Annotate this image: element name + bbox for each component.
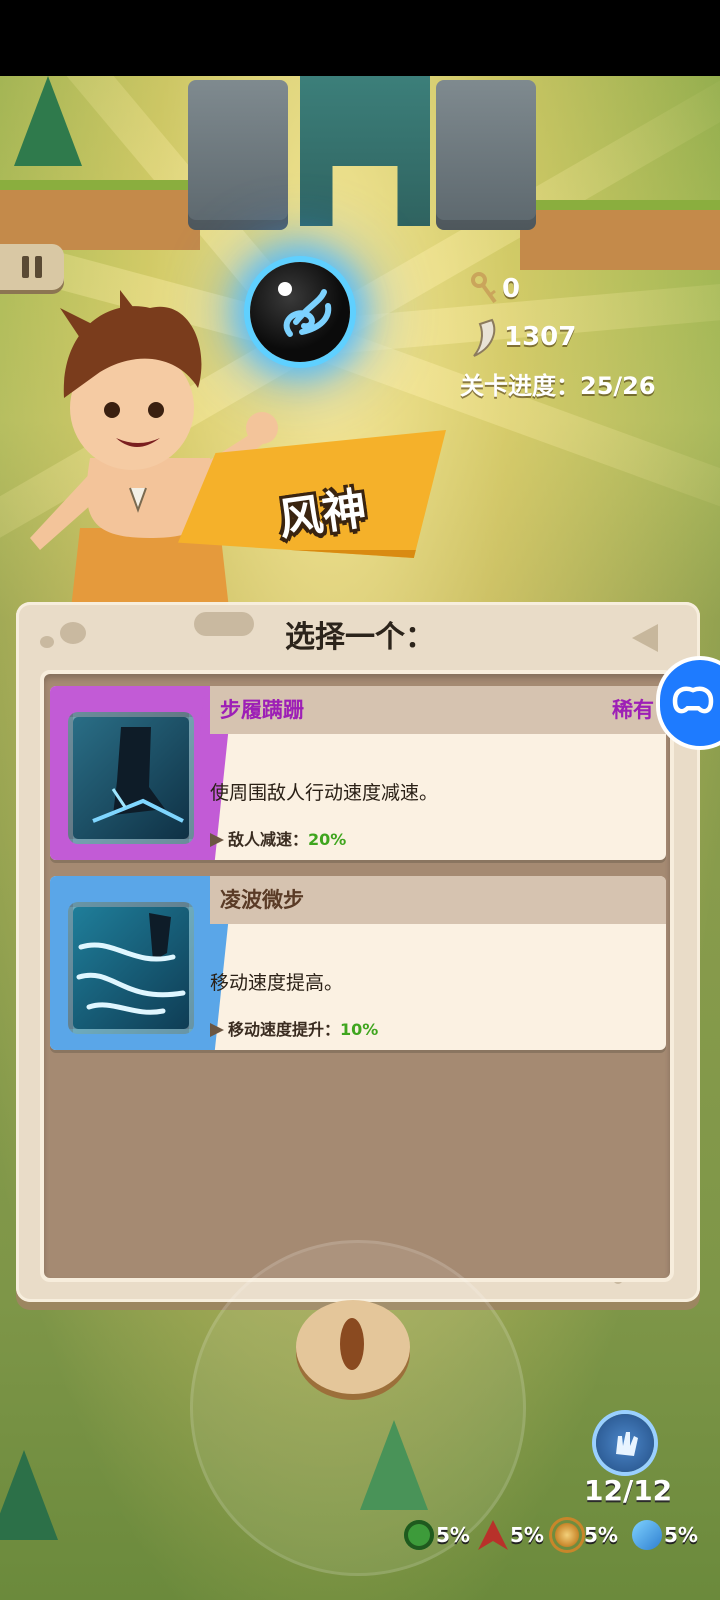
buff-value: 5%: [436, 1523, 470, 1547]
stat-label: 移动速度提升：: [228, 1020, 341, 1039]
card-title: 步履蹒跚: [220, 698, 304, 722]
joystick-area[interactable]: [190, 1240, 526, 1576]
stone-pillar: [188, 80, 288, 230]
key-count: 0: [502, 274, 521, 304]
stat-value: 10%: [340, 1020, 379, 1039]
wind-step-icon: [68, 902, 194, 1034]
pine-tree: [14, 76, 82, 166]
footprint-icon: [340, 1318, 364, 1370]
buff-item: 5%: [478, 1518, 544, 1552]
arrow-icon: [210, 1023, 224, 1037]
skill-card-1[interactable]: 步履蹒跚 稀有 使周围敌人行动速度减速。 敌人减速：20%: [50, 686, 666, 860]
sun-ring-icon: [552, 1520, 582, 1550]
panel-title: 选择一个：: [285, 620, 435, 655]
buff-value: 5%: [510, 1523, 544, 1547]
claw-count: 1307: [504, 322, 577, 352]
pine-tree: [0, 1450, 58, 1540]
buff-item: 5%: [404, 1518, 470, 1552]
pause-icon: [35, 256, 42, 278]
stat-label: 敌人减速：: [228, 830, 309, 849]
stone-pillar: [436, 80, 536, 230]
buff-value: 5%: [584, 1523, 618, 1547]
red-claw-icon: [478, 1520, 508, 1550]
arrow-icon: [210, 833, 224, 847]
buff-item: 5%: [552, 1518, 618, 1552]
card-stat: 移动速度提升：10%: [210, 1016, 378, 1040]
skill-card-2[interactable]: 凌波微步 移动速度提高。 移动速度提升：10%: [50, 876, 666, 1050]
green-swirl-icon: [404, 1520, 434, 1550]
skill-counter: 12/12: [584, 1474, 673, 1507]
card-title: 凌波微步: [220, 888, 304, 912]
status-bar: [0, 0, 720, 76]
pause-button[interactable]: [0, 244, 64, 290]
skill-button[interactable]: [596, 1414, 654, 1472]
level-progress: 关卡进度：25/26: [460, 372, 656, 400]
key-icon: [471, 272, 497, 304]
card-description: 移动速度提高。: [210, 972, 344, 994]
cliff-ledge: [0, 180, 200, 250]
card-description: 使周围敌人行动速度减速。: [210, 782, 439, 804]
cliff-ledge: [520, 200, 720, 270]
boot-slow-icon: [68, 712, 194, 844]
totem-gate: [300, 76, 430, 226]
pause-icon: [22, 256, 29, 278]
stat-value: 20%: [308, 830, 347, 849]
rarity-label: 稀有: [612, 698, 654, 722]
claw-icon: [473, 318, 496, 357]
blue-wind-icon: [632, 1520, 662, 1550]
skill-hand-icon: [616, 1432, 638, 1456]
card-stat: 敌人减速：20%: [210, 826, 346, 850]
buff-item: 5%: [632, 1518, 698, 1552]
buff-value: 5%: [664, 1523, 698, 1547]
gamepad-icon: [672, 686, 714, 714]
dash-button[interactable]: [296, 1300, 410, 1394]
